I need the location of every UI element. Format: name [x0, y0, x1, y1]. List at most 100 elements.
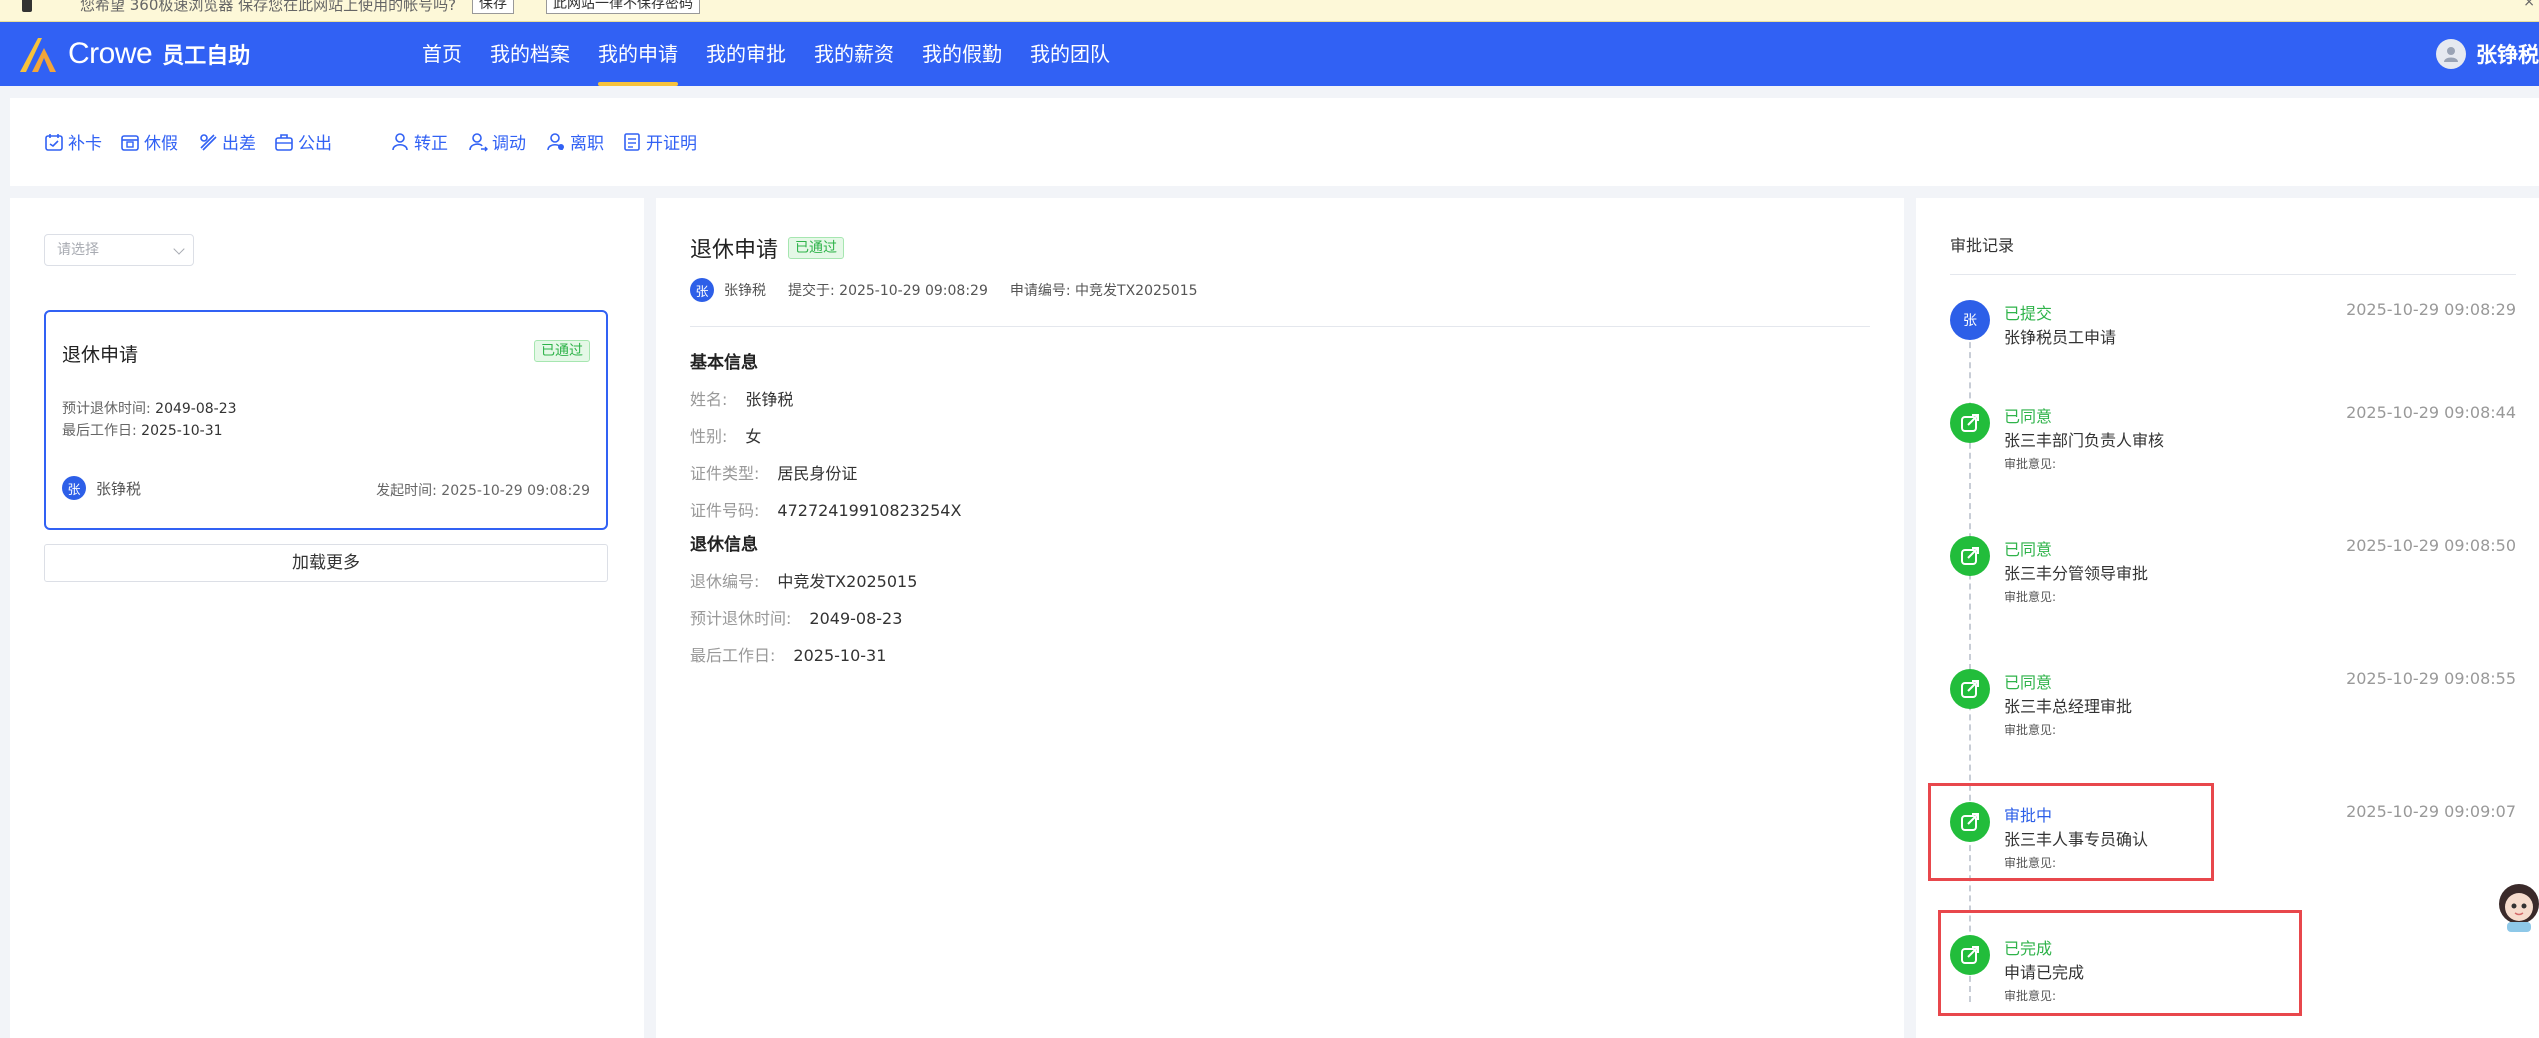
close-icon[interactable]: ×: [2523, 0, 2535, 10]
field-value: 中竞发TX2025015: [777, 572, 918, 591]
step-time: 2025-10-29 09:08:50: [2346, 536, 2516, 555]
field-label: 退休编号:: [690, 572, 760, 591]
timeline-step-submitted: 张 已提交 张铮税员工申请 2025-10-29 09:08:29: [1950, 298, 2516, 378]
field-value: 47272419910823254X: [777, 501, 962, 520]
save-password-bar: 您希望 360极速浏览器 保存您在此网站上使用的帐号吗? 保存 此网站一律不保存…: [0, 0, 2539, 22]
step-time: 2025-10-29 09:09:07: [2346, 802, 2516, 821]
applicant-name: 张铮税: [724, 283, 766, 299]
page-title: 退休申请: [690, 238, 779, 263]
approve-share-icon: [1950, 669, 1990, 709]
status-badge: 已通过: [788, 237, 845, 259]
nav-my-attendance[interactable]: 我的假勤: [908, 22, 1016, 86]
field-value: 居民身份证: [777, 464, 858, 483]
highlight-box-completed: [1938, 910, 2302, 1016]
action-leave[interactable]: 休假: [120, 129, 178, 154]
action-official-out[interactable]: 公出: [274, 129, 332, 154]
load-more-button[interactable]: 加载更多: [44, 544, 608, 582]
field-value: 女: [745, 427, 762, 446]
field-name: 姓名: 张铮税: [690, 386, 793, 410]
field-label: 最后工作日:: [690, 646, 776, 665]
action-label: 开证明: [646, 134, 697, 154]
step-status: 已同意: [2004, 673, 2053, 692]
step-time: 2025-10-29 09:08:55: [2346, 669, 2516, 688]
action-label: 调动: [492, 134, 526, 154]
basic-info-title: 基本信息: [690, 353, 758, 373]
avatar: 张: [690, 278, 714, 302]
action-certificate[interactable]: 开证明: [622, 129, 697, 154]
card-last-workday: 最后工作日: 2025-10-31: [62, 420, 223, 440]
nav-my-salary[interactable]: 我的薪资: [800, 22, 908, 86]
application-number: 申请编号: 中竞发TX2025015: [1009, 283, 1198, 299]
field-value: 张铮税: [745, 390, 794, 409]
nav-my-profile[interactable]: 我的档案: [476, 22, 584, 86]
nav-my-team[interactable]: 我的团队: [1016, 22, 1124, 86]
action-business-trip[interactable]: 出差: [198, 129, 256, 154]
divider: [690, 326, 1870, 327]
filter-select[interactable]: 请选择: [44, 234, 194, 266]
nav-my-applications[interactable]: 我的申请: [584, 22, 692, 86]
field-label: 姓名:: [690, 390, 728, 409]
action-label: 公出: [298, 134, 332, 154]
field-last-workday: 最后工作日: 2025-10-31: [690, 642, 886, 666]
avatar: 张: [1950, 300, 1990, 340]
highlight-box-hr-confirm: [1928, 783, 2214, 881]
timeline-step-division-lead: 已同意 张三丰分管领导审批 审批意见: 2025-10-29 09:08:50: [1950, 534, 2516, 614]
user-icon: [392, 132, 408, 150]
action-resignation[interactable]: 离职: [546, 129, 604, 154]
action-label: 离职: [570, 134, 604, 154]
step-opinion: 审批意见:: [2004, 590, 2057, 604]
key-icon: [22, 0, 32, 12]
step-description: 张三丰总经理审批: [2004, 697, 2133, 716]
card-title: 退休申请: [62, 344, 139, 366]
travel-sign-icon: [200, 133, 217, 151]
approve-share-icon: [1950, 403, 1990, 443]
save-password-button[interactable]: 保存: [472, 0, 514, 14]
action-regularization[interactable]: 转正: [390, 129, 448, 154]
detail-meta: 张 张铮税 提交于: 2025-10-29 09:08:29 申请编号: 中竞发…: [690, 278, 1198, 302]
action-transfer[interactable]: 调动: [468, 129, 526, 154]
field-gender: 性别: 女: [690, 423, 761, 447]
card-applicant: 张 张铮税: [62, 476, 141, 500]
field-label: 证件号码:: [690, 501, 760, 520]
chevron-down-icon: [173, 243, 185, 255]
application-detail-panel: 退休申请 已通过 张 张铮税 提交于: 2025-10-29 09:08:29 …: [656, 198, 1904, 1038]
main-menu: 首页 我的档案 我的申请 我的审批 我的薪资 我的假勤 我的团队: [408, 22, 1124, 86]
approve-share-icon: [1950, 536, 1990, 576]
action-label: 出差: [222, 134, 256, 154]
field-value: 2049-08-23: [809, 609, 903, 628]
user-transfer-icon: [469, 132, 488, 151]
card-last-workday-label: 最后工作日:: [62, 423, 137, 439]
step-time: 2025-10-29 09:08:29: [2346, 300, 2516, 319]
action-clock-in-fix[interactable]: 补卡: [44, 129, 102, 154]
nav-home[interactable]: 首页: [408, 22, 476, 86]
assistant-avatar[interactable]: [2493, 880, 2539, 932]
field-label: 证件类型:: [690, 464, 760, 483]
field-retire-date: 预计退休时间: 2049-08-23: [690, 605, 902, 629]
crowe-logo-icon: [20, 38, 56, 72]
brand-name: Crowe: [68, 37, 153, 70]
calendar-check-icon: [45, 133, 63, 151]
avatar: 张: [62, 476, 86, 500]
timeline-step-general-manager: 已同意 张三丰总经理审批 审批意见: 2025-10-29 09:08:55: [1950, 667, 2516, 747]
nav-my-approvals[interactable]: 我的审批: [692, 22, 800, 86]
user-menu[interactable]: 张铮税: [2436, 22, 2539, 86]
application-card[interactable]: 退休申请 已通过 预计退休时间: 2049-08-23 最后工作日: 2025-…: [44, 310, 608, 530]
step-opinion: 审批意见:: [2004, 723, 2057, 737]
field-label: 预计退休时间:: [690, 609, 792, 628]
divider: [1950, 274, 2516, 275]
step-description: 张三丰部门负责人审核: [2004, 431, 2165, 450]
save-password-message: 您希望 360极速浏览器 保存您在此网站上使用的帐号吗?: [80, 0, 457, 14]
quick-actions-bar: 补卡 休假 出差 公出 转正 调动 离职 开证明: [10, 98, 2539, 186]
brand-logo[interactable]: Crowe 员工自助: [18, 30, 250, 78]
card-retire-date-value: 2049-08-23: [155, 401, 237, 417]
brand-subtitle: 员工自助: [162, 44, 251, 69]
detail-header: 退休申请 已通过: [690, 232, 845, 264]
never-save-button[interactable]: 此网站一律不保存密码: [546, 0, 700, 14]
briefcase-icon: [275, 133, 293, 151]
card-retire-date: 预计退休时间: 2049-08-23: [62, 398, 237, 418]
step-time: 2025-10-29 09:08:44: [2346, 403, 2516, 422]
timeline-step-department: 已同意 张三丰部门负责人审核 审批意见: 2025-10-29 09:08:44: [1950, 401, 2516, 481]
card-start-time: 发起时间: 2025-10-29 09:08:29: [376, 480, 590, 500]
card-start-time-label: 发起时间:: [376, 483, 437, 499]
card-retire-date-label: 预计退休时间:: [62, 401, 151, 417]
